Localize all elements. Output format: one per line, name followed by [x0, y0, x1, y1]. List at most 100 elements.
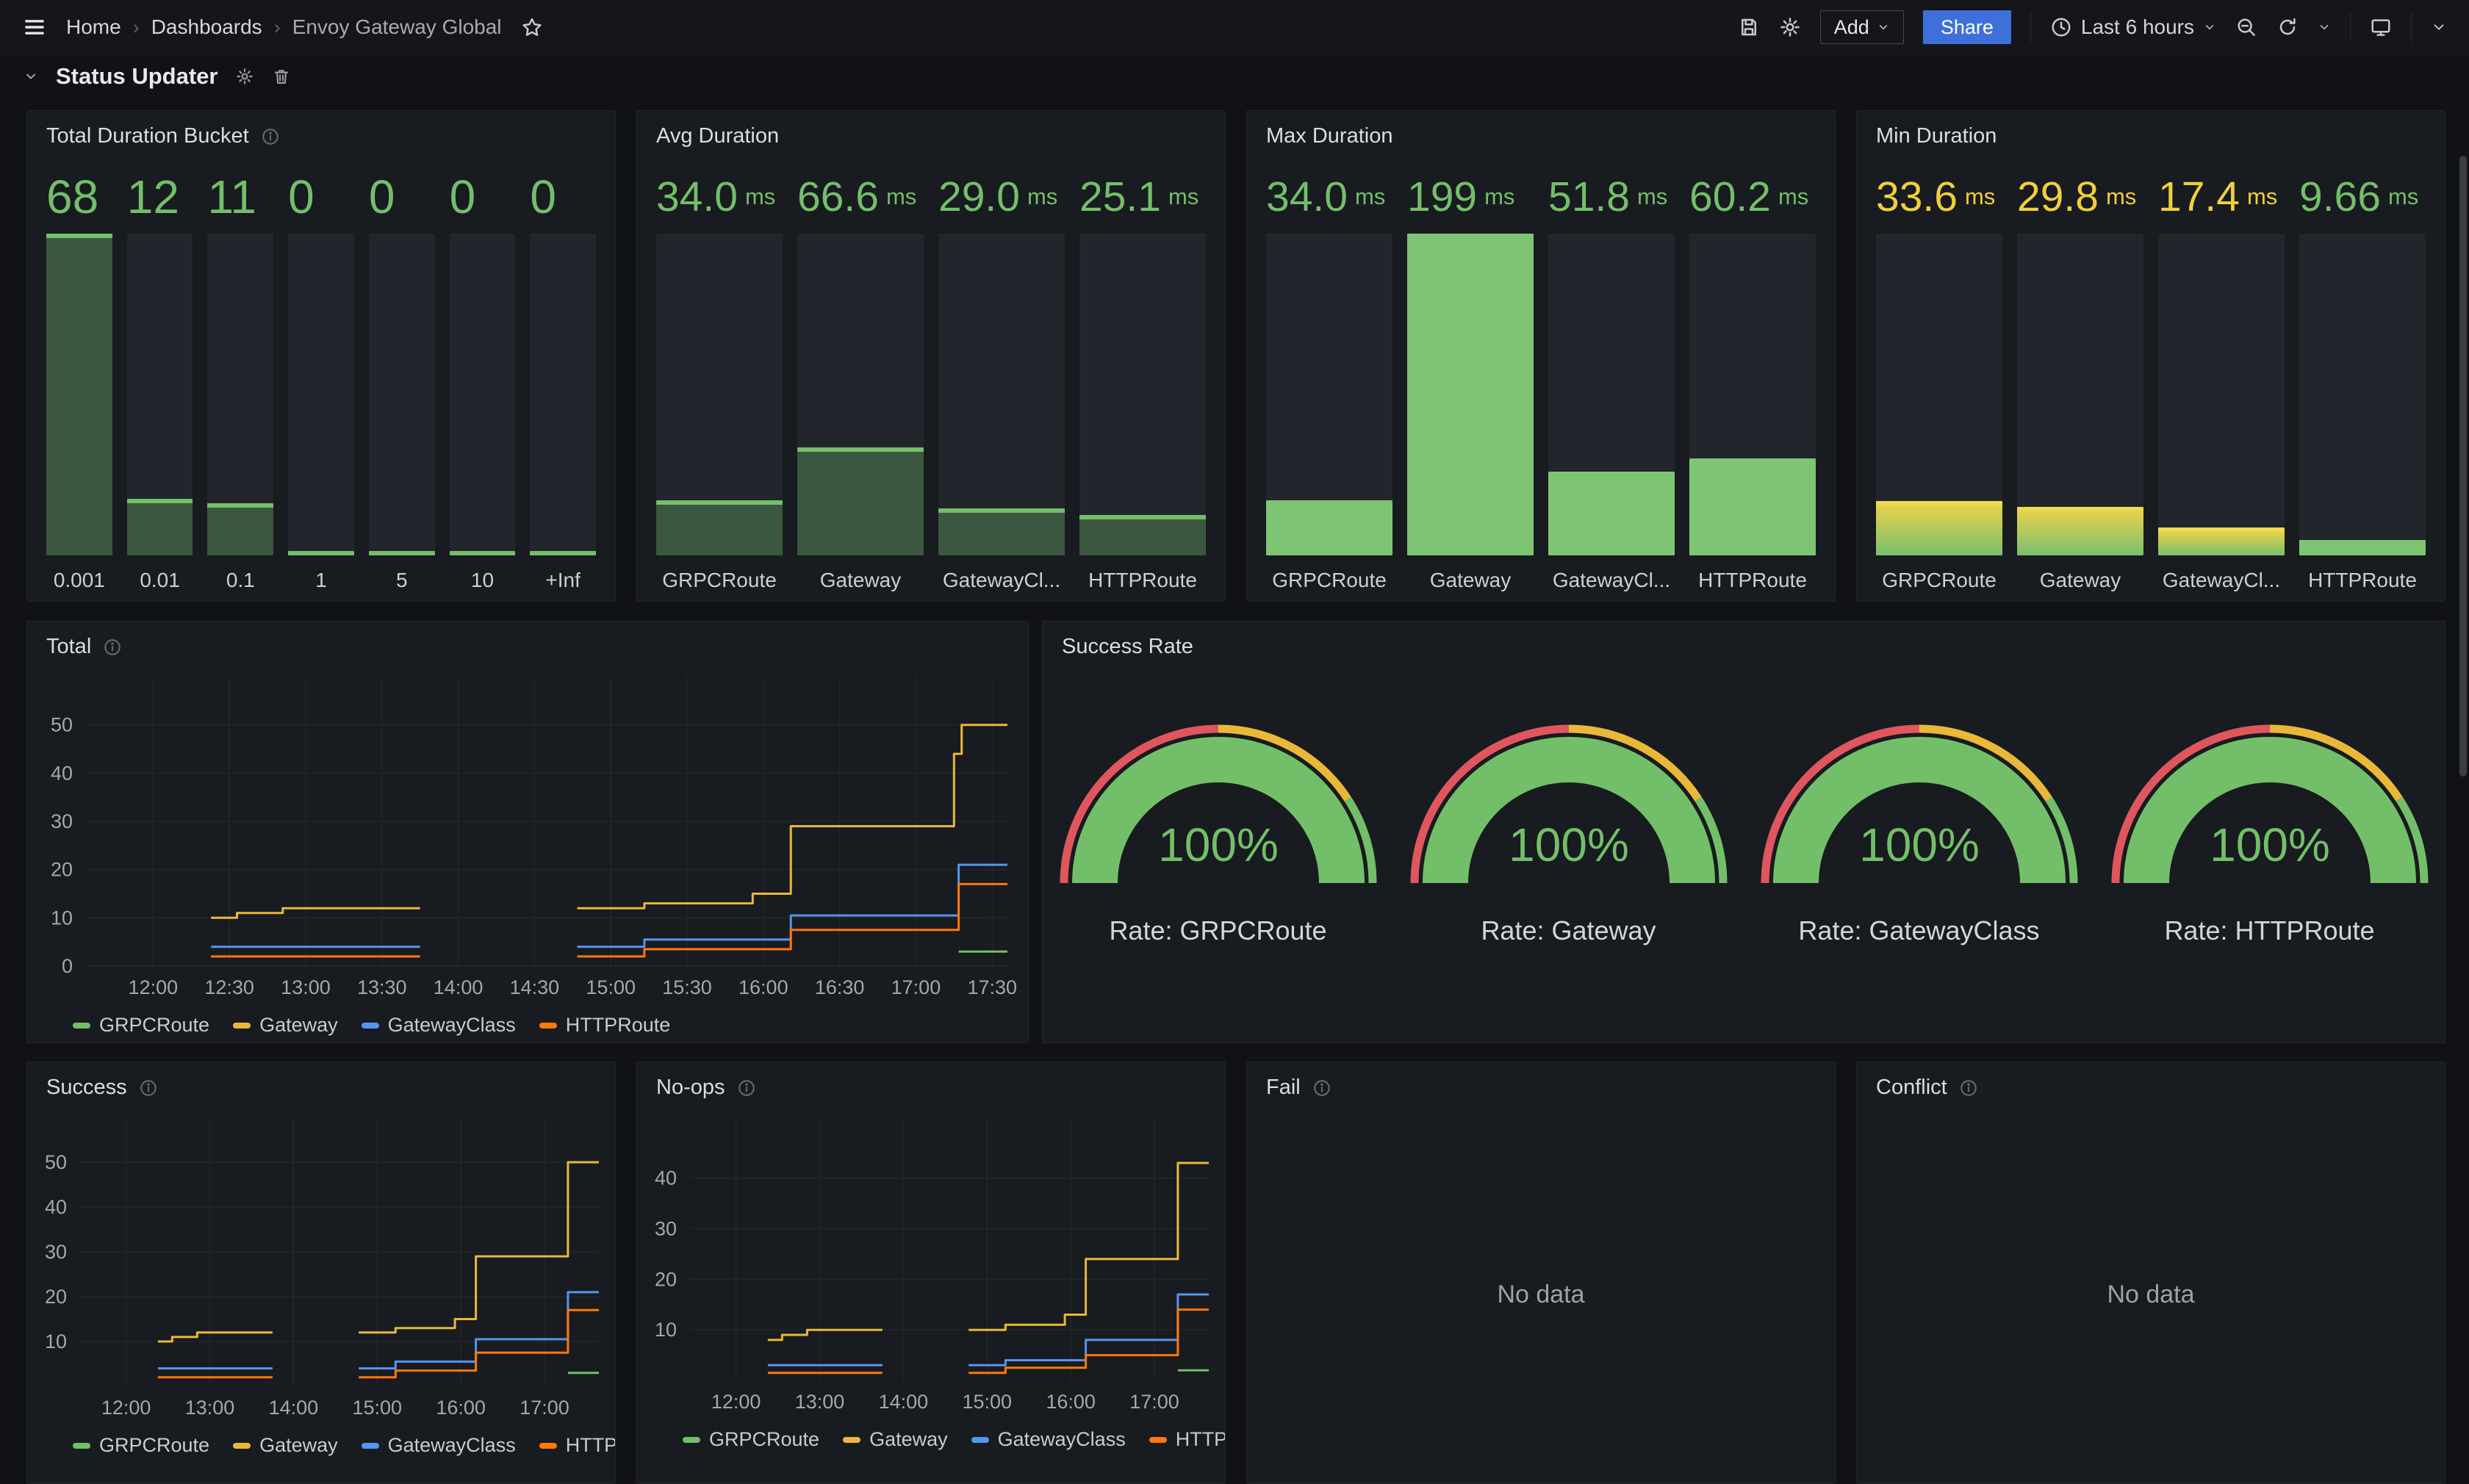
panel-title[interactable]: No-ops: [656, 1076, 725, 1100]
row-delete-trash-icon[interactable]: [272, 67, 291, 86]
chevron-down-icon: [1877, 21, 1890, 34]
breadcrumb-separator: ›: [133, 16, 140, 39]
stat-column: 0+Inf: [530, 160, 596, 592]
info-icon[interactable]: [1959, 1078, 1978, 1098]
panel-no-ops: No-ops 12:0013:0014:0015:0016:0017:00102…: [636, 1062, 1226, 1484]
svg-text:17:30: 17:30: [967, 976, 1017, 998]
breadcrumb-current-dashboard[interactable]: Envoy Gateway Global: [292, 15, 502, 39]
stat-bar-track: [450, 234, 516, 555]
panel-title[interactable]: Conflict: [1876, 1076, 1947, 1100]
info-icon[interactable]: [139, 1078, 158, 1098]
stat-column: 9.66msHTTPRoute: [2299, 160, 2426, 592]
legend-swatch: [233, 1443, 251, 1449]
panel-title[interactable]: Success: [46, 1076, 127, 1100]
share-button[interactable]: Share: [1923, 10, 2011, 44]
legend-item[interactable]: Gateway: [233, 1434, 338, 1457]
panel-title[interactable]: Total: [46, 635, 91, 659]
info-icon[interactable]: [1312, 1078, 1331, 1098]
row-settings-gear-icon[interactable]: [235, 67, 254, 86]
panel-title[interactable]: Total Duration Bucket: [46, 124, 249, 148]
add-button[interactable]: Add: [1820, 10, 1904, 44]
legend-label: HTTPRoute: [1176, 1428, 1226, 1451]
stat-column: 34.0msGRPCRoute: [1266, 160, 1392, 592]
toolbar-divider: [2411, 12, 2412, 43]
svg-text:14:00: 14:00: [434, 976, 484, 998]
legend-item[interactable]: HTTPRoute: [1149, 1428, 1226, 1451]
dashboard-row-header: Status Updater: [24, 63, 291, 90]
stat-column-label: +Inf: [530, 555, 596, 592]
stat-column-label: 5: [369, 555, 435, 592]
add-button-label: Add: [1834, 16, 1869, 39]
menu-icon[interactable]: [22, 15, 47, 40]
settings-icon[interactable]: [1779, 16, 1801, 38]
stat-bar-track: [1689, 234, 1816, 555]
top-navigation-bar: Home › Dashboards › Envoy Gateway Global…: [0, 0, 2469, 55]
info-icon[interactable]: [261, 127, 280, 146]
refresh-icon[interactable]: [2276, 16, 2299, 38]
stat-bar-fill: [2158, 527, 2285, 555]
stat-column: 51.8msGatewayCl...: [1548, 160, 1675, 592]
panel-title[interactable]: Success Rate: [1062, 635, 1193, 659]
scrollbar-thumb[interactable]: [2459, 156, 2467, 777]
noops-timeseries-chart: 12:0013:0014:0015:0016:0017:0010203040GR…: [637, 1106, 1225, 1483]
stat-column-label: 0.001: [46, 555, 112, 592]
stat-column: 17.4msGatewayCl...: [2158, 160, 2285, 592]
legend-item[interactable]: GRPCRoute: [683, 1428, 819, 1451]
panel-title[interactable]: Min Duration: [1876, 124, 1997, 148]
legend-swatch: [233, 1023, 251, 1029]
stat-value: 60.2ms: [1689, 160, 1816, 234]
stat-value: 17.4ms: [2158, 160, 2285, 234]
save-icon[interactable]: [1738, 16, 1760, 38]
legend-item[interactable]: GatewayClass: [362, 1014, 516, 1037]
legend-item[interactable]: HTTPRoute: [539, 1014, 671, 1037]
gauge-label: Rate: Gateway: [1481, 915, 1656, 946]
legend-item[interactable]: Gateway: [233, 1014, 338, 1037]
svg-text:40: 40: [51, 762, 73, 784]
svg-text:10: 10: [45, 1330, 67, 1352]
info-icon[interactable]: [737, 1078, 756, 1098]
toolbar-collapse-chevron-icon[interactable]: [2431, 19, 2447, 35]
stat-bar-fill: [1689, 458, 1816, 555]
breadcrumb-dashboards[interactable]: Dashboards: [151, 15, 262, 39]
svg-text:15:00: 15:00: [586, 976, 636, 998]
time-range-picker[interactable]: Last 6 hours: [2050, 15, 2216, 39]
stat-unit: ms: [1484, 184, 1514, 210]
svg-text:17:00: 17:00: [891, 976, 941, 998]
zoom-out-icon[interactable]: [2235, 16, 2257, 38]
legend-swatch: [73, 1443, 90, 1449]
svg-text:15:30: 15:30: [662, 976, 712, 998]
breadcrumb-home[interactable]: Home: [66, 15, 121, 39]
svg-text:50: 50: [51, 714, 73, 736]
star-icon[interactable]: [521, 16, 543, 38]
legend-label: GRPCRoute: [99, 1014, 209, 1037]
chevron-down-icon: [2203, 21, 2216, 34]
panel-title[interactable]: Avg Duration: [656, 124, 779, 148]
panel-max-duration: Max Duration 34.0msGRPCRoute199msGateway…: [1246, 110, 1836, 602]
legend-item[interactable]: Gateway: [843, 1428, 948, 1451]
row-collapse-chevron-icon[interactable]: [24, 69, 38, 84]
legend-item[interactable]: HTTPRoute: [539, 1434, 616, 1457]
stat-unit: ms: [1168, 184, 1198, 210]
info-icon[interactable]: [103, 638, 122, 657]
legend-swatch: [362, 1023, 379, 1029]
breadcrumb: Home › Dashboards › Envoy Gateway Global: [66, 15, 502, 39]
panel-title[interactable]: Max Duration: [1266, 124, 1392, 148]
success-rate-gauges: 100%Rate: GRPCRoute100%Rate: Gateway100%…: [1043, 665, 2445, 1042]
svg-text:13:30: 13:30: [357, 976, 407, 998]
legend-item[interactable]: GatewayClass: [362, 1434, 516, 1457]
stat-value: 199ms: [1407, 160, 1534, 234]
monitor-icon[interactable]: [2370, 16, 2392, 38]
legend-swatch: [73, 1023, 90, 1029]
refresh-interval-chevron-icon[interactable]: [2318, 21, 2331, 34]
legend-label: GatewayClass: [998, 1428, 1126, 1451]
legend-item[interactable]: GRPCRoute: [73, 1434, 209, 1457]
row-title[interactable]: Status Updater: [56, 63, 218, 90]
stat-unit: ms: [1965, 184, 1995, 210]
legend-label: GRPCRoute: [99, 1434, 209, 1457]
legend-item[interactable]: GRPCRoute: [73, 1014, 209, 1037]
stat-column-label: HTTPRoute: [2299, 555, 2426, 592]
legend-swatch: [971, 1437, 989, 1443]
legend-item[interactable]: GatewayClass: [971, 1428, 1126, 1451]
svg-text:16:00: 16:00: [1046, 1391, 1096, 1413]
panel-title[interactable]: Fail: [1266, 1076, 1301, 1100]
